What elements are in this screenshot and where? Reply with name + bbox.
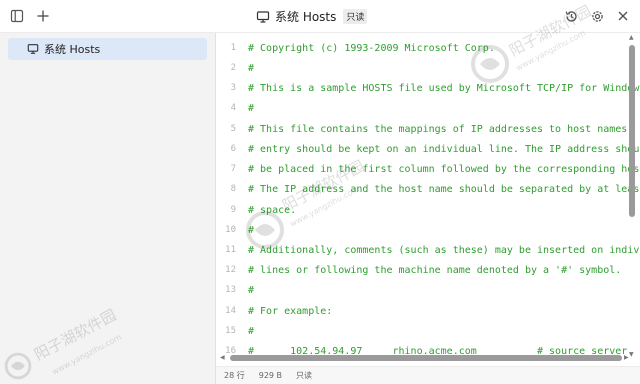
code-text: # space. <box>248 204 297 216</box>
code-line: 3 # This is a sample HOSTS file used by M… <box>216 78 640 98</box>
code-line: 12 # lines or following the machine name … <box>216 260 640 280</box>
code-line: 14 # For example: <box>216 301 640 321</box>
code-text: # Additionally, comments (such as these)… <box>248 244 640 256</box>
code-text: # <box>248 224 255 236</box>
monitor-icon <box>27 44 39 54</box>
sidebar-item-system-hosts[interactable]: 系统 Hosts <box>8 38 207 60</box>
scroll-left-arrow-icon[interactable]: ◀ <box>220 355 225 361</box>
line-number: 10 <box>225 225 236 235</box>
code-line: 13 # <box>216 280 640 300</box>
code-text: # be placed in the first column followed… <box>248 163 640 175</box>
code-text: # For example: <box>248 305 333 317</box>
hosts-editor[interactable]: 1 # Copyright (c) 1993-2009 Microsoft Cor… <box>216 33 640 366</box>
line-number: 2 <box>230 63 236 73</box>
sidebar: 系统 Hosts <box>0 33 216 384</box>
line-number: 8 <box>230 184 236 194</box>
code-line: 15 # <box>216 321 640 341</box>
line-count: 28 行 <box>224 371 245 380</box>
line-number: 13 <box>225 285 236 295</box>
line-number: 14 <box>225 306 236 316</box>
line-number: 15 <box>225 326 236 336</box>
vertical-scroll-thumb[interactable] <box>629 45 635 217</box>
code-line: 2 # <box>216 58 640 78</box>
toggle-sidebar-icon[interactable] <box>8 7 26 25</box>
code-text: # <box>248 284 255 296</box>
line-number: 1 <box>230 43 236 53</box>
line-number: 9 <box>230 205 236 215</box>
title-label: 系统 Hosts <box>275 10 337 24</box>
vertical-scrollbar[interactable]: ▲ ▼ <box>628 35 636 358</box>
line-number: 3 <box>230 83 236 93</box>
code-text: # <box>248 62 255 74</box>
code-line: 8 # The IP address and the host name shou… <box>216 179 640 199</box>
code-text: # This file contains the mappings of IP … <box>248 123 640 135</box>
code-text: # <box>248 325 255 337</box>
code-line: 6 # entry should be kept on an individual… <box>216 139 640 159</box>
horizontal-scrollbar[interactable]: ◀ ▶ <box>220 354 630 362</box>
line-number: 7 <box>230 164 236 174</box>
code-text: # The IP address and the host name shoul… <box>248 183 640 195</box>
code-text: # Copyright (c) 1993-2009 Microsoft Corp… <box>248 42 495 54</box>
scroll-right-arrow-icon[interactable]: ▶ <box>624 355 629 361</box>
close-icon[interactable] <box>614 7 632 25</box>
code-line: 10 # <box>216 220 640 240</box>
history-icon[interactable] <box>562 7 580 25</box>
title-bar: 系统 Hosts 只读 <box>0 0 640 33</box>
sidebar-item-label: 系统 Hosts <box>44 43 101 56</box>
code-line: 4 # <box>216 98 640 118</box>
code-line: 5 # This file contains the mappings of IP… <box>216 119 640 139</box>
horizontal-scroll-thumb[interactable] <box>230 355 622 361</box>
line-number: 6 <box>230 144 236 154</box>
line-number: 12 <box>225 265 236 275</box>
code-text: # entry should be kept on an individual … <box>248 143 640 155</box>
line-number: 4 <box>230 103 236 113</box>
code-line: 9 # space. <box>216 200 640 220</box>
code-text: # <box>248 102 255 114</box>
code-text: # This is a sample HOSTS file used by Mi… <box>248 82 640 94</box>
line-number: 5 <box>230 124 236 134</box>
status-bar: 28 行 929 B 只读 <box>216 366 640 384</box>
gear-icon[interactable] <box>588 7 606 25</box>
add-icon[interactable] <box>34 7 52 25</box>
monitor-icon <box>256 10 270 23</box>
code-line: 1 # Copyright (c) 1993-2009 Microsoft Cor… <box>216 38 640 58</box>
window-title: 系统 Hosts 只读 <box>256 8 368 25</box>
mode-indicator: 只读 <box>296 371 313 380</box>
code-line: 7 # be placed in the first column followe… <box>216 159 640 179</box>
scroll-up-arrow-icon[interactable]: ▲ <box>629 35 634 41</box>
line-number: 11 <box>225 245 236 255</box>
code-line: 11 # Additionally, comments (such as thes… <box>216 240 640 260</box>
readonly-badge: 只读 <box>343 9 368 24</box>
code-text: # lines or following the machine name de… <box>248 264 622 276</box>
file-size: 929 B <box>258 371 283 380</box>
